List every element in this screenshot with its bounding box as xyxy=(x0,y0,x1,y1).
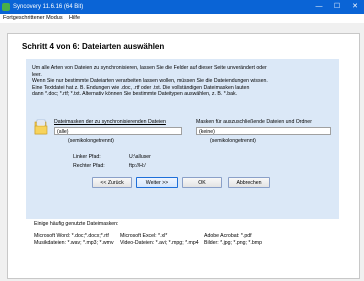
wizard-panel: Schritt 4 von 6: Dateiarten auswählen Um… xyxy=(7,33,360,279)
folder-icon xyxy=(34,119,48,135)
next-button[interactable]: Weiter >> xyxy=(136,177,178,188)
exclude-masks-input[interactable]: (keine) xyxy=(196,127,331,135)
include-masks-hint: (semikolongetrennt) xyxy=(68,138,114,144)
mask-music: Musikdateien: *.wav; *.mp3; *.wmv xyxy=(34,240,114,246)
ok-button[interactable]: OK xyxy=(182,177,222,188)
left-path-label: Linker Pfad: xyxy=(73,154,101,160)
close-button[interactable]: ✕ xyxy=(346,0,364,14)
menu-bar: Fortgeschrittener Modus Hilfe xyxy=(0,14,364,23)
info-text: Um alle Arten von Dateien zu synchronisi… xyxy=(32,65,322,98)
mask-images: Bilder: *.jpg; *.png; *.bmp xyxy=(204,240,262,246)
right-path-label: Rechter Pfad: xyxy=(73,163,105,169)
exclude-masks-label: Masken für auszuschließende Dateien und … xyxy=(196,119,312,125)
back-button[interactable]: << Zurück xyxy=(92,177,132,188)
mask-video: Video-Dateien: *.avi; *.mpg; *.mp4 xyxy=(120,240,199,246)
mask-excel: Microsoft Excel: *.xl* xyxy=(120,233,168,239)
info-box: Um alle Arten von Dateien zu synchronisi… xyxy=(26,59,339,219)
left-path-value: U:\alluser xyxy=(129,154,151,160)
menu-advanced-mode[interactable]: Fortgeschrittener Modus xyxy=(3,14,63,23)
info-line: dann *.doc; *.rtf; *.txt. Alternativ kön… xyxy=(32,91,238,97)
minimize-button[interactable]: — xyxy=(310,0,328,14)
menu-help[interactable]: Hilfe xyxy=(69,14,80,23)
mask-word: Microsoft Word: *.doc;*.docx;*.rtf xyxy=(34,233,109,239)
title-bar: Syncovery 11.6.16 (64 Bit) — ☐ ✕ xyxy=(0,0,364,14)
window-title: Syncovery 11.6.16 (64 Bit) xyxy=(13,4,84,10)
cancel-button[interactable]: Abbrechen xyxy=(228,177,270,188)
right-path-value: ftp://H:/ xyxy=(129,163,146,169)
common-masks-title: Einige häufig genutzte Dateimasken: xyxy=(34,221,119,227)
page-title: Schritt 4 von 6: Dateiarten auswählen xyxy=(22,42,165,51)
syncovery-app-icon xyxy=(2,3,10,11)
include-masks-label: Dateimasken der zu synchronisierenden Da… xyxy=(54,119,166,125)
include-masks-input[interactable]: (alle) xyxy=(54,127,182,135)
maximize-button[interactable]: ☐ xyxy=(328,0,346,14)
exclude-masks-hint: (semikolongetrennt) xyxy=(210,138,256,144)
mask-acrobat: Adobe Acrobat: *.pdf xyxy=(204,233,252,239)
